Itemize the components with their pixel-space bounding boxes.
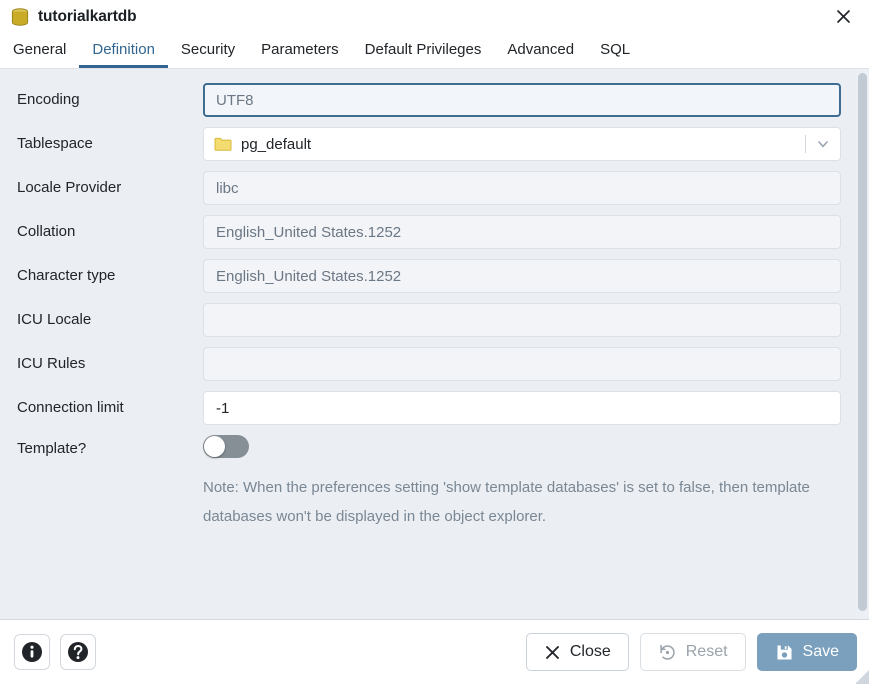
tab-label: Advanced <box>507 40 575 58</box>
scrollbar-thumb[interactable] <box>858 73 867 611</box>
toggle-knob <box>204 436 225 457</box>
field-row-locale-provider: Locale Provider libc <box>0 171 855 205</box>
template-label: Template? <box>17 440 87 457</box>
tab-bar: General Definition Security Parameters D… <box>0 33 869 69</box>
chevron-down-icon[interactable] <box>808 128 838 160</box>
dialog-footer: Close Reset Save <box>0 620 869 684</box>
close-x-icon <box>545 645 559 659</box>
icu-rules-label: ICU Rules <box>17 355 86 372</box>
info-icon <box>22 642 42 662</box>
help-button[interactable] <box>60 634 96 670</box>
tab-advanced[interactable]: Advanced <box>494 33 587 68</box>
icu-rules-input <box>203 347 841 381</box>
dialog-close-button[interactable] <box>829 3 857 31</box>
tab-label: Default Privileges <box>364 40 482 58</box>
connection-limit-input[interactable]: -1 <box>203 391 841 425</box>
icu-locale-label: ICU Locale <box>17 311 92 328</box>
icu-locale-input <box>203 303 841 337</box>
save-button[interactable]: Save <box>756 633 857 671</box>
field-row-collation: Collation English_United States.1252 <box>0 215 855 249</box>
save-button-label: Save <box>802 643 839 660</box>
floppy-disk-icon <box>777 644 792 660</box>
tab-sql[interactable]: SQL <box>587 33 643 68</box>
collation-label: Collation <box>17 223 76 240</box>
template-toggle[interactable] <box>203 435 249 458</box>
field-row-template: Template? <box>0 435 855 463</box>
tab-label: Definition <box>92 40 155 58</box>
encoding-input[interactable]: UTF8 <box>203 83 841 117</box>
tablespace-select[interactable]: pg_default <box>203 127 841 161</box>
close-icon <box>836 10 850 23</box>
template-note: Note: When the preferences setting 'show… <box>203 479 810 525</box>
definition-form: Encoding UTF8 Tablespace pg_default Loca… <box>0 69 855 619</box>
reset-button[interactable]: Reset <box>639 633 746 671</box>
collation-input: English_United States.1252 <box>203 215 841 249</box>
locale-provider-label: Locale Provider <box>17 179 122 196</box>
tab-parameters[interactable]: Parameters <box>248 33 352 68</box>
tab-definition[interactable]: Definition <box>79 33 168 68</box>
locale-provider-input: libc <box>203 171 841 205</box>
help-icon <box>68 642 88 662</box>
field-row-encoding: Encoding UTF8 <box>0 83 855 117</box>
tab-label: Security <box>180 40 236 58</box>
dialog-title: tutorialkartdb <box>38 7 137 25</box>
folder-icon <box>214 137 232 151</box>
field-row-icu-locale: ICU Locale <box>0 303 855 337</box>
resize-grip[interactable] <box>855 670 869 684</box>
field-row-tablespace: Tablespace pg_default <box>0 127 855 161</box>
database-icon <box>11 7 29 26</box>
tab-label: General <box>13 40 67 58</box>
template-note-row: Note: When the preferences setting 'show… <box>0 473 855 531</box>
tab-default-privileges[interactable]: Default Privileges <box>352 33 495 68</box>
tablespace-value: pg_default <box>241 135 312 153</box>
dialog-titlebar: tutorialkartdb <box>0 0 869 33</box>
field-row-character-type: Character type English_United States.125… <box>0 259 855 293</box>
vertical-scrollbar[interactable] <box>855 69 869 619</box>
character-type-input: English_United States.1252 <box>203 259 841 293</box>
tab-label: Parameters <box>261 40 339 58</box>
close-button[interactable]: Close <box>525 633 629 671</box>
tablespace-label: Tablespace <box>17 135 93 152</box>
field-row-icu-rules: ICU Rules <box>0 347 855 381</box>
tab-security[interactable]: Security <box>168 33 248 68</box>
tab-label: SQL <box>600 40 631 58</box>
character-type-label: Character type <box>17 267 116 284</box>
definition-panel: Encoding UTF8 Tablespace pg_default Loca… <box>0 69 869 620</box>
reset-icon <box>660 644 675 660</box>
database-properties-dialog: tutorialkartdb General Definition Securi… <box>0 0 869 684</box>
field-row-connection-limit: Connection limit -1 <box>0 391 855 425</box>
reset-button-label: Reset <box>685 643 728 660</box>
close-button-label: Close <box>569 643 611 660</box>
encoding-label: Encoding <box>17 91 80 108</box>
tab-general[interactable]: General <box>0 33 79 68</box>
info-button[interactable] <box>14 634 50 670</box>
select-separator <box>805 135 806 153</box>
connection-limit-label: Connection limit <box>17 399 124 416</box>
